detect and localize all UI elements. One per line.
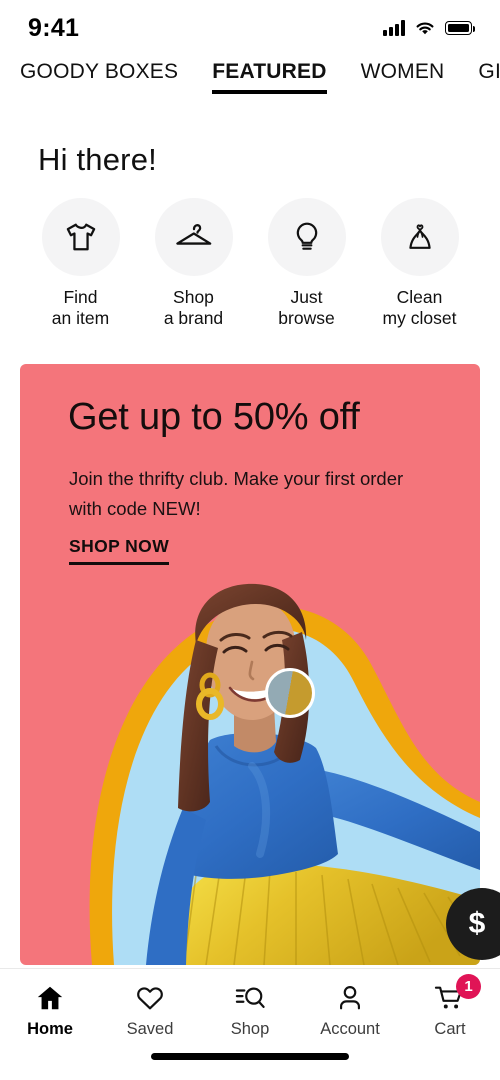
quick-action-label-line2: my closet — [382, 307, 457, 328]
cart-icon: 1 — [434, 974, 481, 1013]
quick-action-icon-circle — [41, 198, 120, 276]
laundry-bag-icon — [408, 224, 431, 249]
tshirt-icon — [66, 223, 95, 251]
tab-girl[interactable]: GIRL — [478, 60, 500, 94]
quick-action-label: Just browse — [278, 287, 334, 328]
nav-item-saved[interactable]: Saved — [100, 983, 200, 1039]
category-tab-bar[interactable]: GOODY BOXES FEATURED WOMEN GIRL — [0, 60, 500, 112]
quick-action-label-line2: a brand — [163, 307, 224, 328]
battery-full-icon — [445, 21, 475, 35]
quick-action-shop-a-brand[interactable]: Shop a brand — [146, 198, 242, 328]
quick-action-find-an-item[interactable]: Find an item — [33, 198, 129, 328]
nav-label: Shop — [230, 1020, 270, 1038]
hanger-icon — [175, 224, 211, 245]
nav-label: Saved — [126, 1020, 174, 1038]
greeting-title: Hi there! — [38, 142, 157, 177]
hero-collage-illustration — [89, 583, 480, 965]
quick-action-label: Shop a brand — [164, 287, 223, 328]
promo-banner-card[interactable]: Get up to 50% off Join the thrifty club.… — [20, 364, 480, 965]
tab-featured[interactable]: FEATURED — [212, 60, 327, 94]
nav-label: Cart — [434, 1020, 466, 1038]
dollar-icon: $ — [468, 907, 486, 940]
quick-action-label-line2: browse — [278, 307, 335, 328]
lightbulb-icon — [296, 222, 317, 250]
quick-action-label-line1: Clean — [396, 287, 443, 307]
shop-now-link[interactable]: SHOP NOW — [69, 536, 170, 565]
promo-subtitle: Join the thrifty club. Make your first o… — [69, 468, 404, 519]
nav-label: Home — [27, 1020, 73, 1038]
bottom-navigation-bar: Home Saved Shop Account 1 Cart — [0, 968, 500, 1080]
home-icon — [35, 983, 65, 1013]
nav-item-account[interactable]: Account — [300, 983, 400, 1039]
promo-title: Get up to 50% off — [68, 396, 360, 438]
quick-action-icon-circle — [380, 198, 459, 276]
cart-badge: 1 — [456, 974, 481, 999]
status-time: 9:41 — [28, 13, 80, 42]
person-icon — [335, 983, 365, 1013]
status-bar: 9:41 — [0, 0, 500, 56]
product-tag-hotspot[interactable] — [265, 668, 315, 718]
nav-item-cart[interactable]: 1 Cart — [400, 974, 500, 1039]
quick-actions-row: Find an item Shop a brand Just browse Cl… — [0, 198, 500, 328]
quick-action-icon-circle — [154, 198, 233, 276]
signal-bars-icon — [383, 20, 405, 36]
wifi-icon — [416, 22, 434, 35]
quick-action-clean-my-closet[interactable]: Clean my closet — [372, 198, 468, 328]
quick-action-label: Clean my closet — [383, 287, 457, 328]
quick-action-icon-circle — [267, 198, 346, 276]
quick-action-just-browse[interactable]: Just browse — [259, 198, 355, 328]
quick-action-label-line1: Just — [290, 287, 323, 307]
nav-item-shop[interactable]: Shop — [200, 983, 300, 1039]
search-icon — [234, 983, 266, 1013]
quick-action-label-line1: Find — [63, 287, 98, 307]
status-icons — [383, 20, 475, 36]
nav-label: Account — [320, 1020, 380, 1038]
home-indicator[interactable] — [151, 1053, 349, 1060]
promo-hero-image — [20, 570, 480, 965]
app-screen: 9:41 GOODY BOXES FEATURED WOMEN GIRL Hi … — [0, 0, 500, 1080]
quick-action-label-line1: Shop — [173, 287, 214, 307]
nav-item-home[interactable]: Home — [0, 983, 100, 1039]
heart-icon — [135, 983, 165, 1013]
quick-action-label-line2: an item — [51, 307, 110, 328]
tab-women[interactable]: WOMEN — [361, 60, 445, 94]
tab-goody-boxes[interactable]: GOODY BOXES — [20, 60, 178, 94]
quick-action-label: Find an item — [52, 287, 109, 328]
